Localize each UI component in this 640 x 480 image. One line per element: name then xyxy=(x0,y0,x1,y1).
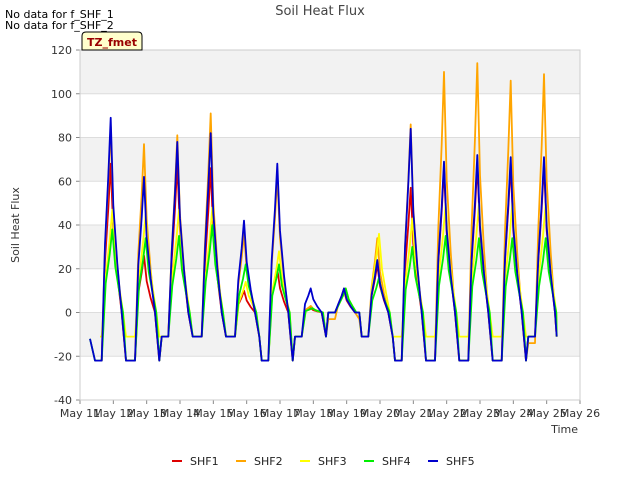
y-tick-label: 40 xyxy=(58,219,72,232)
grid-band xyxy=(80,137,580,182)
y-tick-label: -20 xyxy=(54,350,72,363)
y-tick-label: 120 xyxy=(51,44,72,57)
tz-label-box: TZ_fmet xyxy=(81,31,143,51)
legend-label-shf5: SHF5 xyxy=(446,455,475,468)
x-axis-title: Time xyxy=(550,423,578,436)
y-axis-title: Soil Heat Flux xyxy=(9,187,22,263)
y-tick-label: 60 xyxy=(58,175,72,188)
legend-label-shf1: SHF1 xyxy=(190,455,219,468)
legend-label-shf2: SHF2 xyxy=(254,455,283,468)
soil-heat-flux-chart: -40-20020406080100120 May 11May 12May 13… xyxy=(9,4,600,468)
grid-band xyxy=(80,50,580,94)
legend: SHF1 SHF2 SHF3 SHF4 SHF5 xyxy=(172,455,475,468)
y-tick-label: 80 xyxy=(58,132,72,145)
y-tick-label: 20 xyxy=(58,263,72,276)
y-tick-label: -40 xyxy=(54,394,72,407)
chart-title: Soil Heat Flux xyxy=(275,4,365,19)
tz-label: TZ_fmet xyxy=(87,36,137,49)
legend-label-shf4: SHF4 xyxy=(382,455,411,468)
legend-label-shf3: SHF3 xyxy=(318,455,347,468)
x-tick-label: May 26 xyxy=(560,407,600,420)
y-tick-label: 100 xyxy=(51,88,72,101)
y-tick-label: 0 xyxy=(65,307,72,320)
